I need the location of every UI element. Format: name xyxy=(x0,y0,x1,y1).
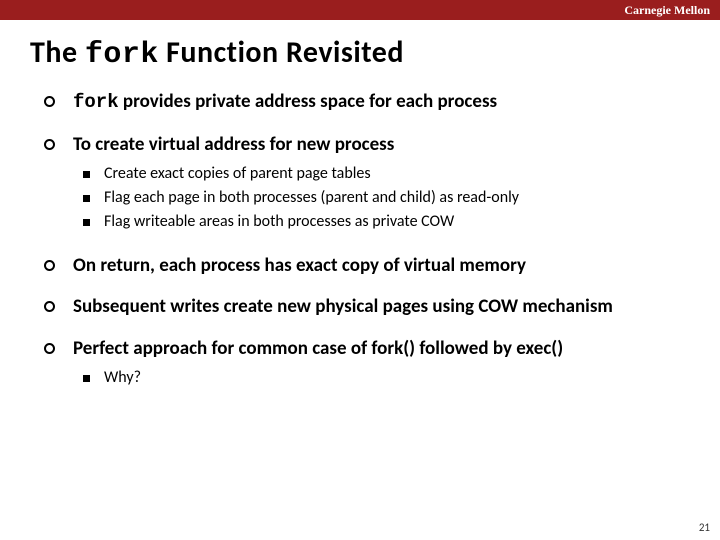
square-bullet-icon xyxy=(83,375,90,382)
bullet-before: Subsequent writes create new physical pa… xyxy=(73,295,613,318)
bullet-text: On return, each process has exact copy o… xyxy=(73,254,690,278)
bullet-item: To create virtual address for new proces… xyxy=(44,133,690,236)
sub-text: Flag writeable areas in both processes a… xyxy=(104,211,690,233)
hollow-circle-icon xyxy=(44,301,55,312)
title-code: fork xyxy=(85,38,159,72)
page-number: 21 xyxy=(699,521,710,534)
bullet-before: To create virtual address for new proces… xyxy=(73,133,394,156)
sub-text: Create exact copies of parent page table… xyxy=(104,163,690,185)
sub-item: Create exact copies of parent page table… xyxy=(73,163,690,185)
hollow-circle-icon xyxy=(44,343,55,354)
sub-text: Why? xyxy=(104,367,690,389)
bullet-text: fork provides private address space for … xyxy=(73,90,690,115)
content-area: fork provides private address space for … xyxy=(44,90,690,391)
bullet-text: Perfect approach for common case of fork… xyxy=(73,337,690,391)
title-suffix: Function Revisited xyxy=(159,34,404,71)
slide-title: The fork Function Revisited xyxy=(30,34,720,72)
hollow-circle-icon xyxy=(44,96,55,107)
square-bullet-icon xyxy=(83,171,90,178)
header-bar: Carnegie Mellon xyxy=(0,0,720,20)
bullet-item: fork provides private address space for … xyxy=(44,90,690,115)
square-bullet-icon xyxy=(83,219,90,226)
sub-item: Flag writeable areas in both processes a… xyxy=(73,211,690,233)
hollow-circle-icon xyxy=(44,139,55,150)
square-bullet-icon xyxy=(83,195,90,202)
sub-item: Why? xyxy=(73,367,690,389)
sub-list: Why? xyxy=(73,367,690,389)
sub-item: Flag each page in both processes (parent… xyxy=(73,187,690,209)
hollow-circle-icon xyxy=(44,260,55,271)
bullet-before: On return, each process has exact copy o… xyxy=(73,254,526,277)
bullet-before: Perfect approach for common case of fork… xyxy=(73,337,563,360)
bullet-item: Subsequent writes create new physical pa… xyxy=(44,295,690,319)
sub-list: Create exact copies of parent page table… xyxy=(73,163,690,234)
sub-text: Flag each page in both processes (parent… xyxy=(104,187,690,209)
bullet-code: fork xyxy=(73,91,119,113)
bullet-item: On return, each process has exact copy o… xyxy=(44,254,690,278)
institution-label: Carnegie Mellon xyxy=(624,3,710,18)
bullet-after: provides private address space for each … xyxy=(119,90,498,113)
bullet-item: Perfect approach for common case of fork… xyxy=(44,337,690,391)
bullet-text: To create virtual address for new proces… xyxy=(73,133,690,236)
title-prefix: The xyxy=(30,34,85,71)
bullet-text: Subsequent writes create new physical pa… xyxy=(73,295,690,319)
